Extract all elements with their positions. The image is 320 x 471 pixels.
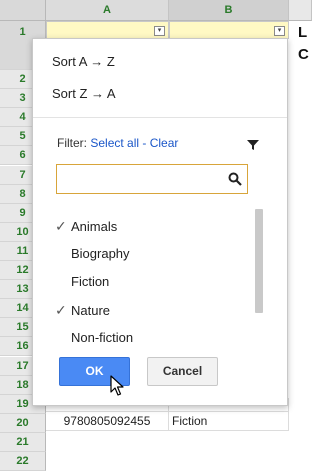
search-icon[interactable] [228,172,242,186]
filter-label: Filter: [57,136,87,150]
filter-option-label: Non-fiction [71,330,134,345]
cell-b22[interactable]: Fiction [169,412,289,431]
check-icon: ✓ [55,218,67,234]
filter-option[interactable]: Fiction [55,271,109,293]
cell-c1-line2: C [298,46,309,63]
filter-option-label: Fiction [71,274,110,289]
sort-z-a-item[interactable]: Sort Z → A [52,86,116,101]
filter-option[interactable]: Non-fiction [55,327,133,349]
column-header-b[interactable]: B [169,0,289,21]
clear-link[interactable]: Clear [150,136,179,150]
filter-link-separator: - [139,136,150,150]
filter-option-label: Animals [71,219,118,234]
list-scrollbar[interactable] [255,209,263,313]
filter-dropdown-icon[interactable]: ▾ [154,26,165,36]
cell-c1-line1: L [298,24,308,41]
menu-divider [33,117,287,118]
filter-option-label: Biography [71,246,130,261]
filter-cell-a[interactable]: ▾ [46,21,169,39]
select-all-corner[interactable] [0,0,46,21]
filter-option[interactable]: ✓ Animals [55,215,117,237]
check-icon: ✓ [55,302,67,318]
filter-header: Filter: Select all - Clear [57,136,178,150]
cancel-button[interactable]: Cancel [147,357,218,386]
filter-menu: Sort A → Z Sort Z → A Filter: Select all… [32,38,288,406]
column-header-a[interactable]: A [46,0,169,21]
filter-option-label: Nature [71,303,111,318]
filter-dropdown-icon[interactable]: ▾ [274,26,285,36]
row-header-20[interactable]: 20 [0,413,46,433]
select-all-link[interactable]: Select all [90,136,139,150]
row-header-21[interactable]: 21 [0,432,46,452]
filter-option[interactable]: ✓ Nature [55,299,110,321]
sort-a-z-item[interactable]: Sort A → Z [52,54,115,69]
filter-option[interactable]: Biography [55,243,130,265]
cell-a22[interactable]: 9780805092455 [46,412,169,431]
row-header-22[interactable]: 22 [0,452,46,471]
mouse-cursor-icon [110,375,124,396]
filter-search-input[interactable] [56,164,248,194]
filter-cell-b[interactable]: ▾ [169,21,289,39]
filter-value-list: ✓ Animals Biography Fiction ✓ Nature Non-ficti… [55,211,255,351]
funnel-icon [247,140,259,150]
column-header-c[interactable] [289,0,312,21]
cell-c1-text: L C [298,22,309,66]
